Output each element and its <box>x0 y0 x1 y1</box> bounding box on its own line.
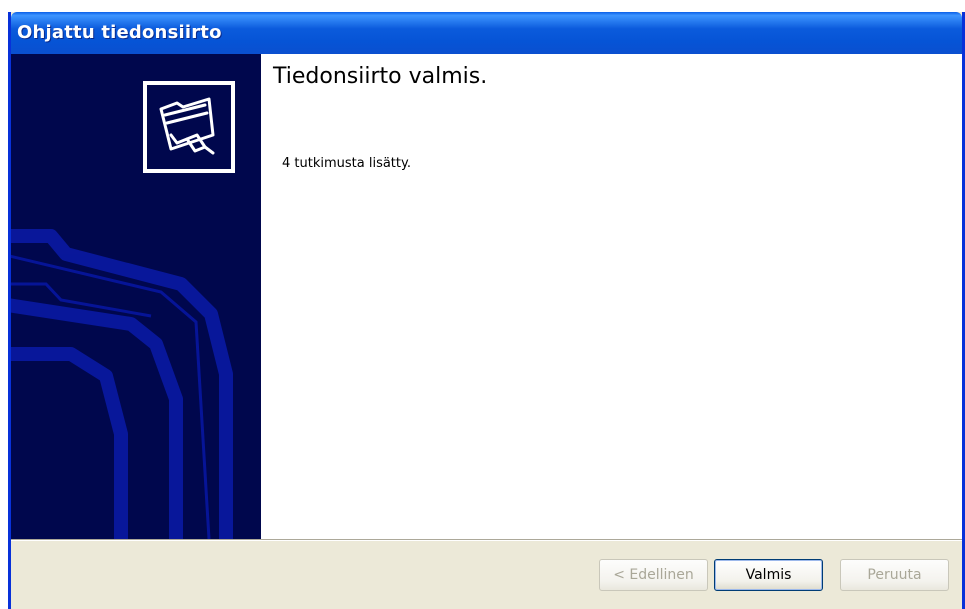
window-title: Ohjattu tiedonsiirto <box>17 22 222 43</box>
wizard-window: Ohjattu tiedonsiirto Tiedonsiirto valmis… <box>8 12 965 609</box>
page-title: Tiedonsiirto valmis. <box>273 64 488 89</box>
title-bar[interactable]: Ohjattu tiedonsiirto <box>11 12 962 54</box>
back-button[interactable]: < Edellinen <box>599 559 708 591</box>
wizard-side-panel <box>11 54 261 539</box>
wizard-content: Tiedonsiirto valmis. 4 tutkimusta lisätt… <box>261 54 962 539</box>
screen: Ohjattu tiedonsiirto Tiedonsiirto valmis… <box>0 0 965 609</box>
cancel-button[interactable]: Peruuta <box>840 559 949 591</box>
wizard-logo <box>143 81 235 173</box>
button-bar: < Edellinen Valmis Peruuta <box>11 539 962 609</box>
finish-button[interactable]: Valmis <box>714 559 823 591</box>
folder-transfer-icon <box>147 85 231 169</box>
status-message: 4 tutkimusta lisätty. <box>282 156 411 171</box>
